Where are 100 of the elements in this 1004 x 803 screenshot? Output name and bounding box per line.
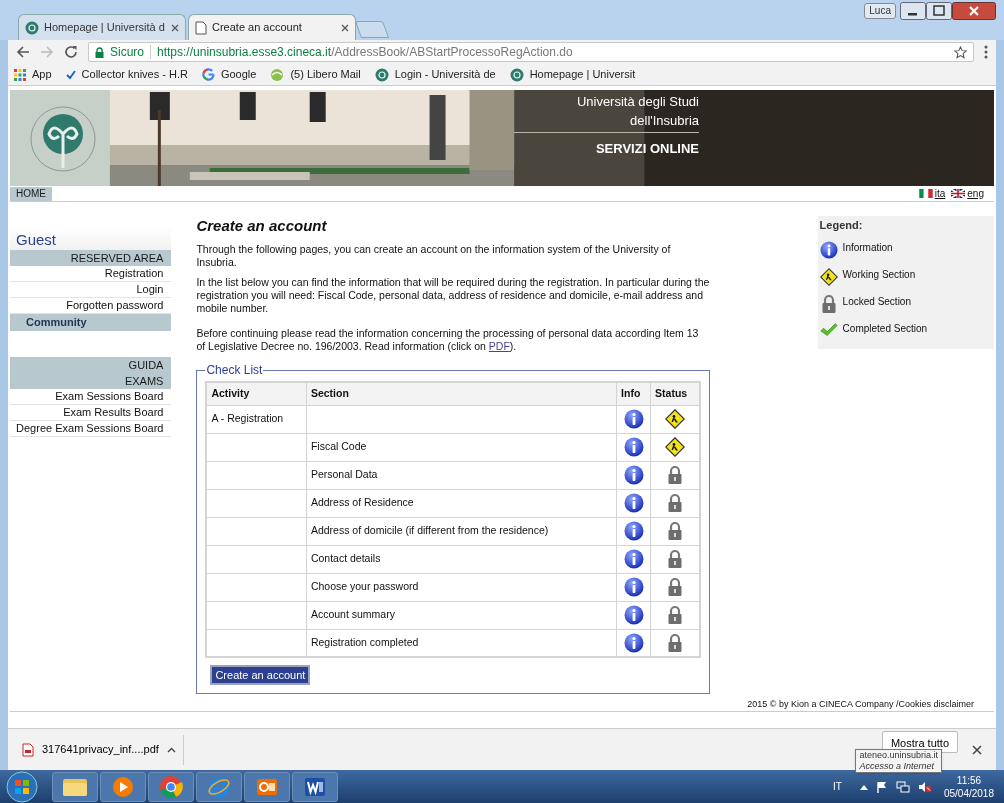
info-icon[interactable] — [623, 549, 644, 569]
bookmark-item[interactable]: App — [14, 66, 52, 83]
tooltip: ateneo.uninsubria.it Accesso a Internet — [855, 749, 942, 773]
close-icon[interactable] — [171, 23, 179, 32]
create-account-button[interactable]: Create an account — [210, 665, 311, 685]
bookmark-item[interactable]: (5) Libero Mail — [270, 66, 361, 83]
google-g-icon — [201, 68, 215, 81]
sidebar-link[interactable]: Exam Results Board — [10, 405, 172, 421]
checklist-legend: Check List — [205, 361, 264, 379]
info-icon[interactable] — [623, 577, 644, 597]
info-icon[interactable] — [623, 605, 644, 625]
section-cell: Address of Residence — [310, 496, 414, 509]
bookmark-item[interactable]: Homepage | Universit — [509, 66, 636, 83]
lock-icon — [666, 605, 683, 625]
info-icon[interactable] — [623, 437, 644, 457]
checkmark-icon — [819, 320, 838, 339]
sidebar-section-header: GUIDA — [10, 357, 172, 373]
sidebar-link[interactable]: Login — [10, 282, 172, 298]
lock-icon — [666, 465, 683, 485]
start-button-icon[interactable] — [4, 770, 40, 803]
star-icon[interactable] — [954, 45, 967, 59]
column-header: Section — [306, 382, 617, 405]
minimize-icon[interactable] — [900, 2, 926, 20]
lock-icon — [820, 293, 837, 314]
home-tab[interactable]: HOME — [10, 186, 52, 201]
close-icon[interactable] — [341, 23, 349, 32]
university-logo-icon — [30, 106, 96, 172]
clock-time[interactable]: 11:56 — [956, 773, 982, 787]
close-icon[interactable] — [972, 744, 982, 755]
lock-icon — [666, 577, 683, 597]
language-indicator[interactable]: IT — [833, 779, 842, 794]
pdf-link[interactable]: PDF — [488, 340, 510, 352]
section-cell: Account summary — [310, 608, 395, 621]
section-cell: Personal Data — [310, 468, 378, 481]
info-icon[interactable] — [623, 521, 644, 541]
info-icon[interactable] — [623, 465, 644, 485]
page-icon — [195, 20, 207, 35]
section-cell: Registration completed — [310, 635, 419, 648]
paragraph: Through the following pages, you can create an account on the information system of the University of Insubria. — [196, 243, 672, 269]
address-bar[interactable]: Sicuro https://uninsubria.esse3.cineca.it/AddressBook/ABStartProcessoRegAction.do — [88, 42, 974, 62]
section-cell: Contact details — [310, 552, 381, 565]
maximize-icon[interactable] — [926, 2, 952, 20]
lock-icon — [666, 549, 683, 569]
browser-tab[interactable]: Homepage | Università d — [18, 14, 186, 40]
muted-speaker-icon[interactable] — [917, 780, 932, 793]
reload-icon[interactable] — [64, 45, 78, 59]
activity-cell: A - Registration — [211, 412, 284, 425]
legend-label: Information — [842, 240, 893, 255]
download-item[interactable]: 317641privacy_inf....pdf — [22, 734, 184, 765]
university-favicon-icon — [509, 67, 524, 82]
language-link[interactable]: ita — [918, 186, 946, 201]
user-profile-label[interactable]: Luca — [864, 3, 896, 19]
network-icon[interactable] — [895, 780, 910, 793]
language-link[interactable]: eng — [951, 186, 984, 201]
university-favicon-icon — [25, 20, 39, 35]
checkmark-icon — [65, 69, 76, 80]
back-arrow-icon[interactable] — [16, 45, 30, 59]
media-player-icon[interactable] — [111, 774, 135, 799]
bookmark-item[interactable]: Collector knives - H.R — [65, 66, 188, 83]
sidebar-link[interactable]: Degree Exam Sessions Board — [10, 421, 172, 437]
chrome-icon[interactable] — [159, 774, 183, 799]
close-icon[interactable] — [952, 2, 996, 20]
sidebar-group[interactable]: Community — [10, 314, 172, 331]
info-icon[interactable] — [623, 409, 644, 429]
info-icon[interactable] — [623, 632, 644, 653]
section-cell: Choose your password — [310, 580, 419, 593]
bookmark-item[interactable]: Google — [201, 66, 257, 83]
section-cell: Address of domicile (if different from the residence) — [310, 524, 549, 537]
bookmark-item[interactable]: Login - Università de — [374, 66, 496, 83]
sidebar-section-header: EXAMS — [10, 373, 172, 389]
lock-icon — [666, 493, 683, 513]
info-icon[interactable] — [819, 239, 838, 260]
browser-tab[interactable]: Create an account — [188, 14, 356, 40]
caret-icon[interactable] — [166, 746, 176, 753]
column-header: Activity — [206, 382, 307, 405]
column-header: Info — [616, 382, 651, 405]
university-name: Università degli Studi — [576, 93, 699, 111]
legend-title: Legend: — [819, 218, 864, 233]
caret-icon[interactable] — [859, 783, 868, 790]
flag-icon[interactable] — [875, 780, 888, 793]
user-heading: Guest — [16, 231, 57, 248]
legend-label: Working Section — [842, 267, 916, 282]
footer-text: 2015 © by Kion a CINECA Company /Cookies disclaimer — [747, 698, 974, 711]
sidebar-section-header: RESERVED AREA — [10, 250, 172, 266]
page-title: Create an account — [196, 216, 328, 236]
lock-icon — [666, 632, 683, 653]
sidebar-link[interactable]: Registration — [10, 266, 172, 282]
university-name: dell'Insubria — [630, 112, 699, 130]
apps-grid-icon — [14, 68, 26, 81]
menu-icon[interactable] — [984, 45, 988, 59]
paragraph: In the list below you can find the information that will be required during the registration. In particular during the registration you will need: Fiscal Code, personal data, address of residence and domicile, e-mail address and mobile number. — [196, 276, 710, 315]
services-title: SERVIZI ONLINE — [595, 140, 699, 158]
section-cell: Fiscal Code — [310, 440, 367, 453]
info-icon[interactable] — [623, 493, 644, 513]
sidebar-link[interactable]: Exam Sessions Board — [10, 389, 172, 405]
clock-date[interactable]: 05/04/2018 — [943, 786, 994, 800]
padlock-icon — [95, 46, 104, 58]
uk-flag-icon — [951, 189, 966, 198]
pdf-file-icon — [22, 742, 34, 757]
university-favicon-icon — [374, 67, 389, 82]
